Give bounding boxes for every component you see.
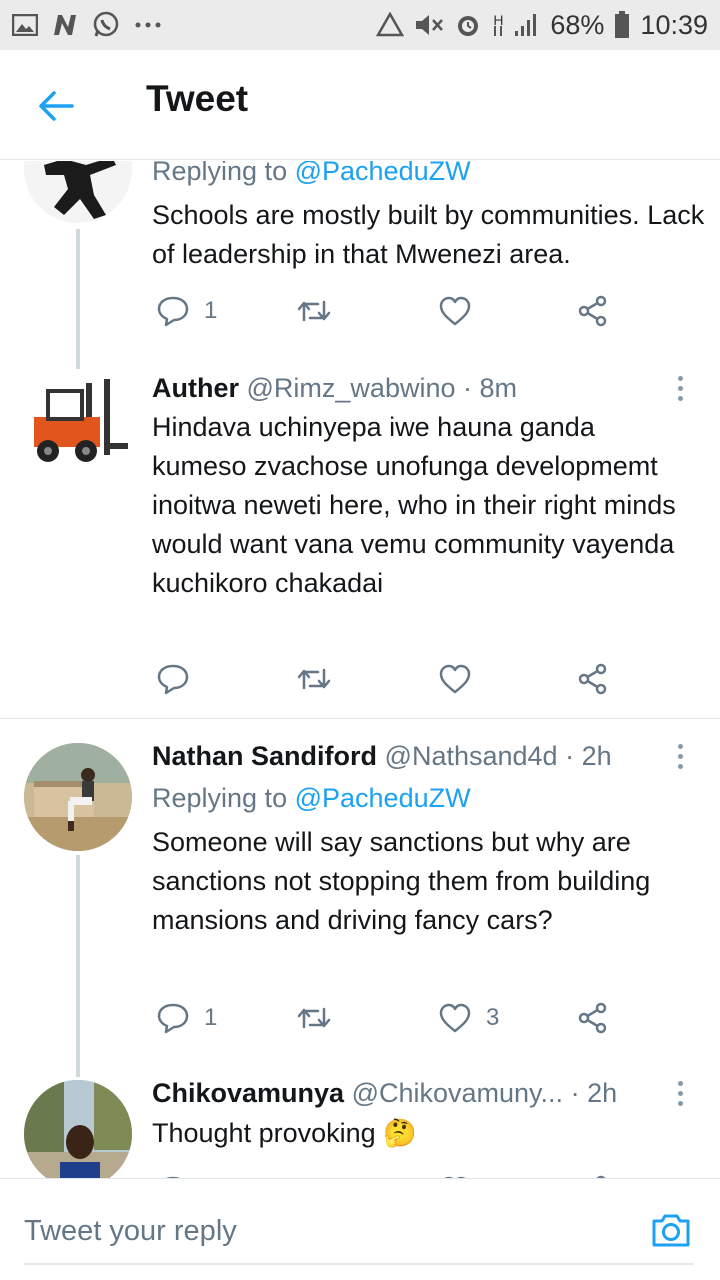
battery-percent: 68% (550, 9, 605, 40)
share-button[interactable] (576, 291, 610, 331)
retweet-button[interactable] (296, 291, 332, 331)
network-icon: H (492, 13, 504, 36)
retweet-button[interactable] (296, 659, 332, 699)
more-dots-icon (134, 21, 162, 29)
reply-count: 1 (204, 1004, 218, 1031)
tweet-meta: Auther @Rimz_wabwino · 8m (152, 371, 517, 405)
avatar[interactable] (24, 743, 132, 851)
share-icon (578, 1002, 607, 1034)
tweet-feed[interactable]: Replying to @PacheduZW Schools are mostl… (0, 161, 720, 1178)
more-options-button[interactable] (668, 1076, 692, 1110)
avatar[interactable] (24, 161, 132, 223)
retweet-icon (297, 300, 331, 322)
tweet-text: Schools are mostly built by communities.… (152, 200, 705, 269)
more-options-button[interactable] (668, 371, 692, 405)
reply-button[interactable] (156, 659, 204, 699)
heart-icon (439, 664, 471, 694)
mute-icon (414, 12, 444, 38)
heart-icon (439, 1003, 471, 1033)
tweet-meta: Chikovamunya @Chikovamuny... · 2h (152, 1076, 617, 1110)
replying-to: Replying to @PacheduZW (152, 781, 471, 815)
heart-icon (439, 296, 471, 326)
user-handle[interactable]: @Chikovamuny... (352, 1078, 563, 1108)
avatar[interactable] (24, 1080, 132, 1178)
thread-line (76, 855, 80, 1077)
display-name[interactable]: Auther (152, 373, 239, 403)
camera-icon (652, 1214, 690, 1247)
tweet-actions (152, 659, 622, 699)
replying-to-label: Replying to (152, 161, 288, 186)
tweet-text: Hindava uchinyepa iwe hauna ganda kumeso… (152, 412, 676, 598)
user-handle[interactable]: @Nathsand4d (385, 741, 558, 771)
tweet-text: Thought provoking 🤔 (152, 1118, 417, 1148)
reply-button[interactable] (156, 1171, 190, 1178)
app-header: Tweet (0, 50, 720, 160)
avatar[interactable] (24, 369, 132, 477)
reply-composer (0, 1178, 720, 1280)
news-icon (52, 13, 78, 37)
reply-count: 1 (204, 297, 218, 324)
tweet-time: · 2h (565, 741, 612, 771)
reply-icon (157, 1003, 189, 1034)
alarm-icon (454, 11, 482, 39)
reply-input[interactable] (24, 1199, 694, 1265)
clock: 10:39 (640, 9, 708, 40)
signal-icon (514, 13, 540, 37)
user-handle[interactable]: @Rimz_wabwino (247, 373, 456, 403)
whatsapp-icon (92, 11, 120, 39)
tweet-time: · 2h (570, 1078, 618, 1108)
share-icon (578, 663, 607, 695)
display-name[interactable]: Nathan Sandiford (152, 741, 377, 771)
tweet-text: Someone will say sanctions but why are s… (152, 827, 651, 935)
reply-button[interactable]: 1 (156, 998, 217, 1038)
share-button[interactable] (576, 998, 610, 1038)
replying-to-label: Replying to (152, 783, 288, 813)
tweet-meta: Nathan Sandiford @Nathsand4d · 2h (152, 739, 612, 773)
recycle-icon (376, 12, 405, 38)
like-button[interactable]: 3 (438, 998, 499, 1038)
arrow-left-icon (39, 91, 74, 121)
replying-to-handle[interactable]: @PacheduZW (295, 783, 471, 813)
like-button[interactable] (438, 291, 472, 331)
gallery-icon (12, 14, 38, 36)
like-count: 3 (486, 1004, 500, 1031)
status-bar: H 68% 10:39 (0, 0, 720, 50)
retweet-icon (297, 1007, 331, 1029)
tweet-time: · 8m (463, 373, 518, 403)
display-name[interactable]: Chikovamunya (152, 1078, 344, 1108)
reply-icon (157, 296, 189, 327)
reply-button[interactable]: 1 (156, 291, 217, 331)
divider (0, 718, 720, 719)
like-button[interactable] (438, 1171, 472, 1178)
retweet-button[interactable] (296, 998, 332, 1038)
more-options-button[interactable] (668, 739, 692, 773)
replying-to-handle[interactable]: @PacheduZW (295, 161, 471, 186)
camera-button[interactable] (650, 1209, 692, 1251)
back-button[interactable] (36, 86, 76, 126)
share-icon (578, 295, 607, 327)
tweet-actions (152, 1171, 622, 1178)
share-button[interactable] (576, 659, 610, 699)
retweet-icon (297, 668, 331, 690)
tweet-actions: 1 3 (152, 998, 622, 1038)
replying-to: Replying to @PacheduZW (152, 161, 471, 188)
share-button[interactable] (576, 1171, 610, 1178)
reply-icon (157, 664, 189, 695)
like-button[interactable] (438, 659, 472, 699)
tweet-actions: 1 (152, 291, 622, 331)
battery-icon (614, 11, 630, 39)
page-title: Tweet (146, 78, 249, 119)
